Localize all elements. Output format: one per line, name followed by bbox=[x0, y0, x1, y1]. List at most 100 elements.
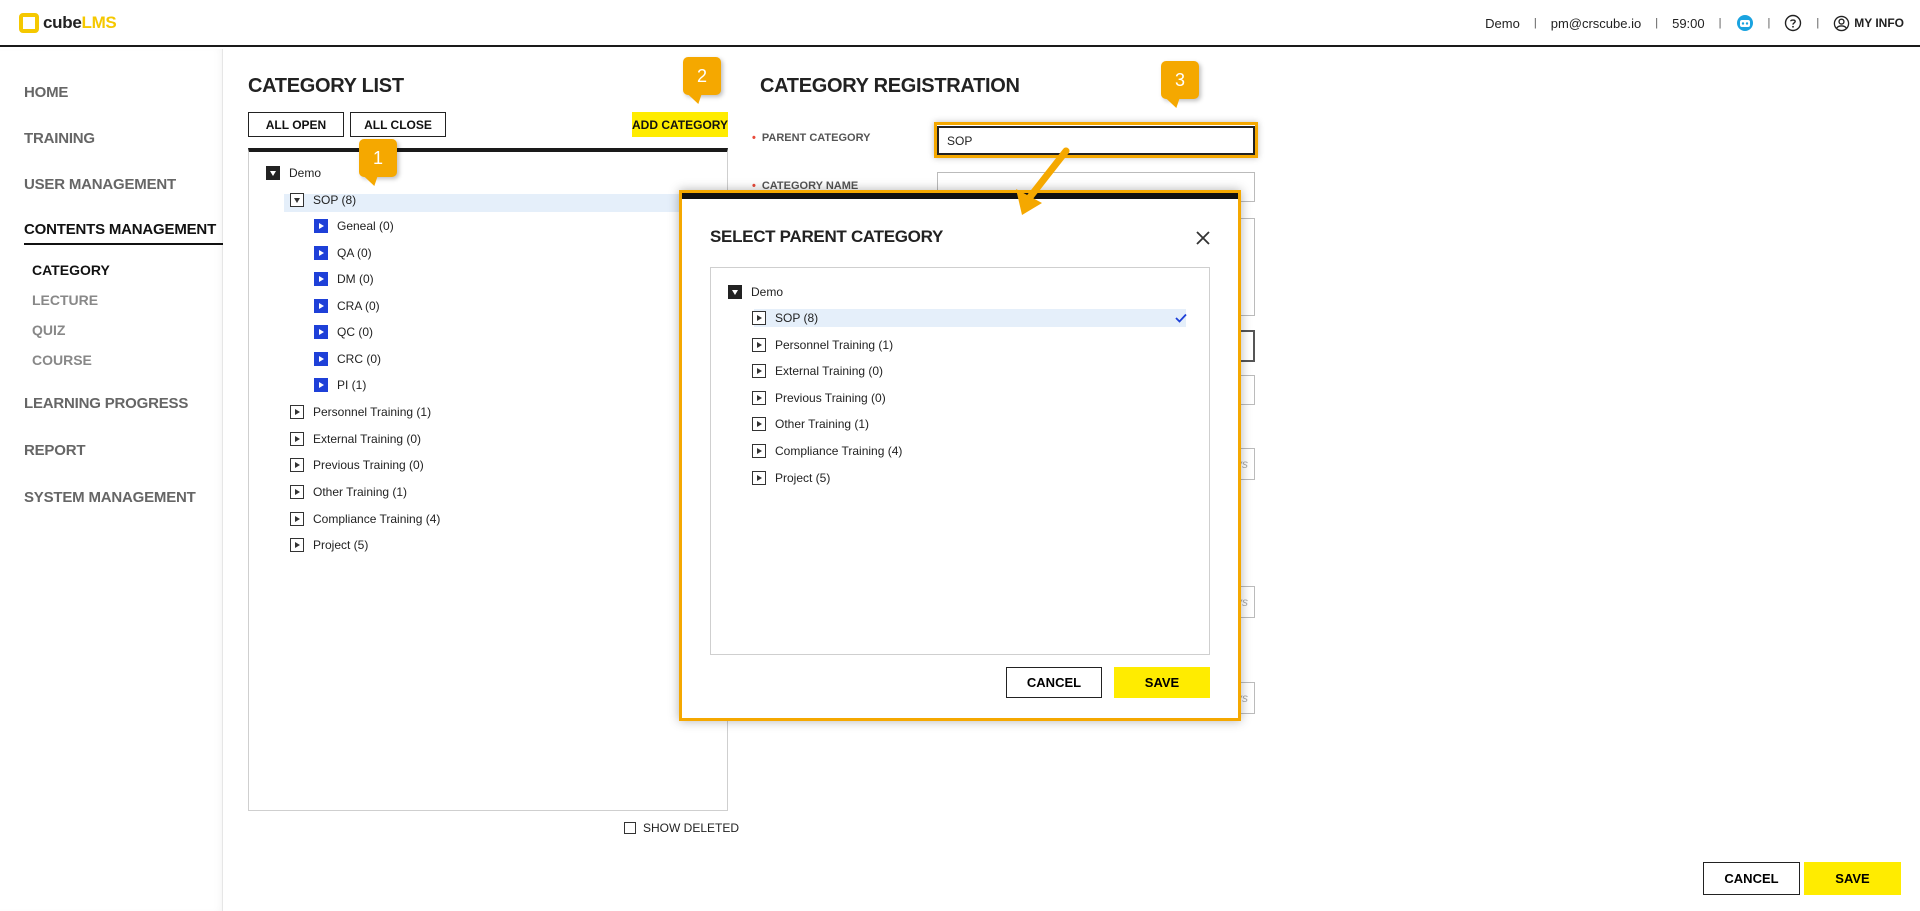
tree-node-sibling[interactable]: Project (5) bbox=[290, 538, 368, 552]
expand-toggle-icon[interactable] bbox=[290, 485, 304, 499]
expand-toggle-icon[interactable] bbox=[314, 352, 328, 366]
modal-tree-node[interactable]: Other Training (1) bbox=[752, 417, 869, 431]
expand-toggle-icon[interactable] bbox=[752, 417, 766, 431]
collapse-toggle-icon[interactable] bbox=[290, 193, 304, 207]
parent-category-label-text: PARENT CATEGORY bbox=[761, 132, 871, 144]
nav-system-management[interactable]: SYSTEM MANAGEMENT bbox=[24, 489, 196, 506]
session-timer: 59:00 bbox=[1672, 15, 1705, 31]
save-button[interactable]: SAVE bbox=[1804, 862, 1901, 895]
cancel-button[interactable]: CANCEL bbox=[1703, 862, 1800, 895]
expand-toggle-icon[interactable] bbox=[752, 364, 766, 378]
modal-tree-node[interactable]: External Training (0) bbox=[752, 364, 883, 378]
nav-learning-progress[interactable]: LEARNING PROGRESS bbox=[24, 395, 188, 412]
check-icon bbox=[1175, 313, 1187, 323]
header-utilities: Demo | pm@crscube.io | 59:00 | | | MY IN… bbox=[1485, 14, 1904, 32]
tree-node-child[interactable]: Geneal (0) bbox=[314, 219, 394, 233]
expand-toggle-icon[interactable] bbox=[290, 538, 304, 552]
all-open-button[interactable]: ALL OPEN bbox=[248, 112, 344, 137]
show-deleted-label: SHOW DELETED bbox=[643, 821, 740, 835]
modal-save-button[interactable]: SAVE bbox=[1114, 667, 1210, 698]
modal-tree-node[interactable]: Project (5) bbox=[752, 471, 830, 485]
expand-toggle-icon[interactable] bbox=[314, 219, 328, 233]
expand-toggle-icon[interactable] bbox=[752, 391, 766, 405]
tree-node-label: Compliance Training (4) bbox=[313, 512, 441, 526]
select-parent-category-modal: SELECT PARENT CATEGORY Demo SOP (8) Pers… bbox=[682, 193, 1238, 718]
subnav-course[interactable]: COURSE bbox=[32, 352, 92, 368]
chatbot-icon[interactable] bbox=[1736, 14, 1754, 32]
expand-toggle-icon[interactable] bbox=[752, 338, 766, 352]
expand-toggle-icon[interactable] bbox=[290, 512, 304, 526]
show-deleted-toggle[interactable]: SHOW DELETED bbox=[624, 821, 739, 835]
tree-node-label: Geneal (0) bbox=[337, 219, 394, 233]
subnav-lecture[interactable]: LECTURE bbox=[32, 292, 98, 308]
tree-node-label: PI (1) bbox=[337, 378, 367, 392]
nav-report[interactable]: REPORT bbox=[24, 442, 86, 459]
tree-node-label: CRC (0) bbox=[337, 352, 381, 366]
required-marker: • bbox=[752, 180, 756, 192]
help-icon[interactable] bbox=[1784, 14, 1802, 32]
expand-toggle-icon[interactable] bbox=[752, 311, 766, 325]
nav-training[interactable]: TRAINING bbox=[24, 130, 95, 147]
header-separator: | bbox=[1718, 17, 1722, 29]
collapse-toggle-icon[interactable] bbox=[266, 166, 280, 180]
expand-toggle-icon[interactable] bbox=[314, 378, 328, 392]
add-category-button[interactable]: ADD CATEGORY bbox=[632, 112, 728, 137]
modal-tree-node[interactable]: SOP (8) bbox=[752, 311, 818, 325]
nav-user-management[interactable]: USER MANAGEMENT bbox=[24, 176, 176, 193]
tree-node-child[interactable]: QC (0) bbox=[314, 325, 373, 339]
modal-tree-node-root[interactable]: Demo bbox=[728, 285, 783, 299]
user-email: pm@crscube.io bbox=[1550, 15, 1642, 31]
expand-toggle-icon[interactable] bbox=[290, 405, 304, 419]
expand-toggle-icon[interactable] bbox=[314, 272, 328, 286]
category-registration-title: CATEGORY REGISTRATION bbox=[760, 75, 1020, 97]
expand-toggle-icon[interactable] bbox=[314, 325, 328, 339]
expand-toggle-icon[interactable] bbox=[290, 458, 304, 472]
tree-node-child[interactable]: QA (0) bbox=[314, 246, 372, 260]
app-logo[interactable]: cubeLMS bbox=[19, 13, 117, 33]
modal-cancel-button[interactable]: CANCEL bbox=[1006, 667, 1102, 698]
modal-tree-node[interactable]: Previous Training (0) bbox=[752, 391, 886, 405]
close-icon[interactable] bbox=[1194, 229, 1212, 247]
tree-node-label: SOP (8) bbox=[775, 311, 819, 325]
modal-tree-node[interactable]: Personnel Training (1) bbox=[752, 338, 893, 352]
callout-badge: 3 bbox=[1161, 61, 1199, 99]
tree-node-sibling[interactable]: Other Training (1) bbox=[290, 485, 407, 499]
tree-node-sibling[interactable]: Previous Training (0) bbox=[290, 458, 424, 472]
tree-node-label: Other Training (1) bbox=[775, 417, 870, 431]
expand-toggle-icon[interactable] bbox=[752, 444, 766, 458]
parent-input-highlight bbox=[934, 122, 1258, 158]
tree-node-label: SOP (8) bbox=[313, 193, 357, 207]
tree-node-child[interactable]: CRC (0) bbox=[314, 352, 381, 366]
my-info-button[interactable]: MY INFO bbox=[1833, 15, 1904, 32]
tree-node-sop[interactable]: SOP (8) bbox=[290, 193, 356, 207]
tree-node-child[interactable]: DM (0) bbox=[314, 272, 374, 286]
tree-node-sibling[interactable]: Personnel Training (1) bbox=[290, 405, 431, 419]
expand-toggle-icon[interactable] bbox=[752, 471, 766, 485]
sidebar-nav: HOME TRAINING USER MANAGEMENT CONTENTS M… bbox=[0, 49, 223, 911]
all-close-button[interactable]: ALL CLOSE bbox=[350, 112, 446, 137]
modal-category-tree: Demo SOP (8) Personnel Training (1) Exte… bbox=[710, 267, 1210, 655]
header-separator: | bbox=[1655, 17, 1659, 29]
tree-node-label: Other Training (1) bbox=[313, 485, 408, 499]
tree-node-sibling[interactable]: Compliance Training (4) bbox=[290, 512, 440, 526]
tenant-name[interactable]: Demo bbox=[1485, 16, 1520, 31]
expand-toggle-icon[interactable] bbox=[290, 432, 304, 446]
tree-node-child[interactable]: CRA (0) bbox=[314, 299, 380, 313]
category-tree: Demo SOP (8) Geneal (0) QA (0) DM (0) CR… bbox=[248, 148, 728, 811]
modal-title: SELECT PARENT CATEGORY bbox=[710, 227, 943, 246]
subnav-category[interactable]: CATEGORY bbox=[32, 262, 110, 278]
collapse-toggle-icon[interactable] bbox=[728, 285, 742, 299]
tree-node-label: Demo bbox=[289, 166, 322, 180]
expand-toggle-icon[interactable] bbox=[314, 246, 328, 260]
nav-contents-management[interactable]: CONTENTS MANAGEMENT bbox=[24, 221, 216, 238]
tree-node-root[interactable]: Demo bbox=[266, 166, 321, 180]
subnav-quiz[interactable]: QUIZ bbox=[32, 322, 65, 338]
expand-toggle-icon[interactable] bbox=[314, 299, 328, 313]
modal-tree-node[interactable]: Compliance Training (4) bbox=[752, 444, 902, 458]
nav-home[interactable]: HOME bbox=[24, 84, 68, 101]
tree-node-child[interactable]: PI (1) bbox=[314, 378, 366, 392]
tree-node-sibling[interactable]: External Training (0) bbox=[290, 432, 421, 446]
user-icon bbox=[1833, 15, 1850, 31]
show-deleted-checkbox[interactable] bbox=[624, 822, 636, 834]
category-list-title: CATEGORY LIST bbox=[248, 75, 404, 97]
